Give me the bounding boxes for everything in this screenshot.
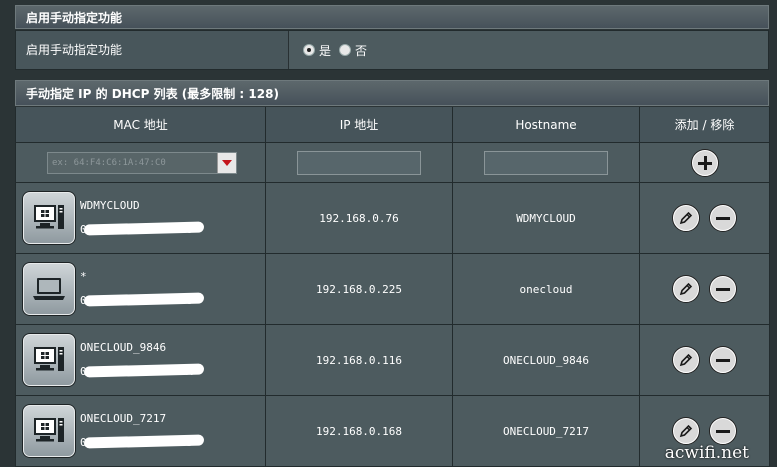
laptop-icon xyxy=(23,263,75,315)
radio-no[interactable] xyxy=(339,44,352,56)
remove-icon[interactable] xyxy=(710,418,737,444)
desktop-icon xyxy=(23,405,75,457)
table-row: WDMYCLOUD 00:90:A9:E5:36:E6 192.168.0.76… xyxy=(15,182,770,254)
device-mac: 00:22:6D:2C:DE:48 xyxy=(80,292,205,309)
manual-assign-label: 启用手动指定功能 xyxy=(16,31,289,69)
radio-yes[interactable] xyxy=(303,44,315,56)
hostname-cell: ONECLOUD_7217 xyxy=(452,395,640,467)
edit-icon[interactable] xyxy=(672,347,699,373)
mac-select[interactable]: ex: 64:F4:C6:1A:47:C0 xyxy=(47,151,237,174)
device-mac: 00:90:A9:E5:36:E6 xyxy=(80,221,205,238)
dhcp-list-section-title: 手动指定 IP 的 DHCP 列表 (最多限制 : 128) xyxy=(15,80,769,106)
device-name: ONECLOUD_9846 xyxy=(80,341,167,354)
remove-icon[interactable] xyxy=(710,347,737,373)
device-cell: WDMYCLOUD 00:90:A9:E5:36:E6 xyxy=(15,182,266,254)
ip-cell: 192.168.0.116 xyxy=(265,324,453,396)
edit-icon[interactable] xyxy=(672,276,699,302)
ip-input-cell xyxy=(265,142,453,183)
ip-cell: 192.168.0.225 xyxy=(265,253,453,325)
table-row: ONECLOUD_9846 00:22:6D:2E:3F:1A 192.168.… xyxy=(15,324,770,396)
ip-cell: 192.168.0.168 xyxy=(265,395,453,467)
remove-icon[interactable] xyxy=(710,276,737,302)
device-cell: * 00:22:6D:2C:DE:48 xyxy=(15,253,266,325)
action-cell xyxy=(639,182,770,254)
manual-assign-radio-group: 是 否 xyxy=(289,31,768,69)
device-mac: 00:22:6D:2E:7C:03 xyxy=(80,434,205,451)
header-mac: MAC 地址 xyxy=(15,107,266,143)
device-name: WDMYCLOUD xyxy=(80,199,140,212)
ip-cell: 192.168.0.76 xyxy=(265,182,453,254)
manual-assign-section-title: 启用手动指定功能 xyxy=(15,5,769,29)
device-name: ONECLOUD_7217 xyxy=(80,412,167,425)
hostname-cell: ONECLOUD_9846 xyxy=(452,324,640,396)
device-cell: ONECLOUD_9846 00:22:6D:2E:3F:1A xyxy=(15,324,266,396)
add-icon[interactable] xyxy=(691,149,718,176)
desktop-icon xyxy=(23,192,75,244)
table-input-row: ex: 64:F4:C6:1A:47:C0 xyxy=(15,142,770,183)
device-mac: 00:22:6D:2E:3F:1A xyxy=(80,363,205,380)
radio-yes-label[interactable]: 是 xyxy=(319,42,331,59)
add-cell xyxy=(639,142,770,183)
hostname-input[interactable] xyxy=(484,150,608,175)
hostname-cell: onecloud xyxy=(452,253,640,325)
hostname-input-cell xyxy=(452,142,640,183)
remove-icon[interactable] xyxy=(710,205,737,231)
table-row: * 00:22:6D:2C:DE:48 192.168.0.225 oneclo… xyxy=(15,253,770,325)
manual-assign-row: 启用手动指定功能 是 否 xyxy=(15,30,769,70)
header-ip: IP 地址 xyxy=(265,107,453,143)
device-name: * xyxy=(80,270,87,283)
watermark: acwifi.net xyxy=(664,443,749,463)
action-cell xyxy=(639,253,770,325)
desktop-icon xyxy=(23,334,75,386)
hostname-cell: WDMYCLOUD xyxy=(452,182,640,254)
dhcp-table: MAC 地址 IP 地址 Hostname 添加 / 移除 ex: 64:F4:… xyxy=(15,107,770,467)
dropdown-arrow-icon[interactable] xyxy=(217,152,236,173)
edit-icon[interactable] xyxy=(672,418,699,444)
header-hostname: Hostname xyxy=(452,107,640,143)
mac-select-placeholder: ex: 64:F4:C6:1A:47:C0 xyxy=(52,157,166,168)
edit-icon[interactable] xyxy=(672,205,699,231)
radio-no-label[interactable]: 否 xyxy=(355,42,367,59)
ip-input[interactable] xyxy=(297,150,421,175)
mac-input-cell: ex: 64:F4:C6:1A:47:C0 xyxy=(15,142,266,183)
header-action: 添加 / 移除 xyxy=(639,107,770,143)
action-cell xyxy=(639,324,770,396)
device-cell: ONECLOUD_7217 00:22:6D:2E:7C:03 xyxy=(15,395,266,467)
table-row: ONECLOUD_7217 00:22:6D:2E:7C:03 192.168.… xyxy=(15,395,770,467)
